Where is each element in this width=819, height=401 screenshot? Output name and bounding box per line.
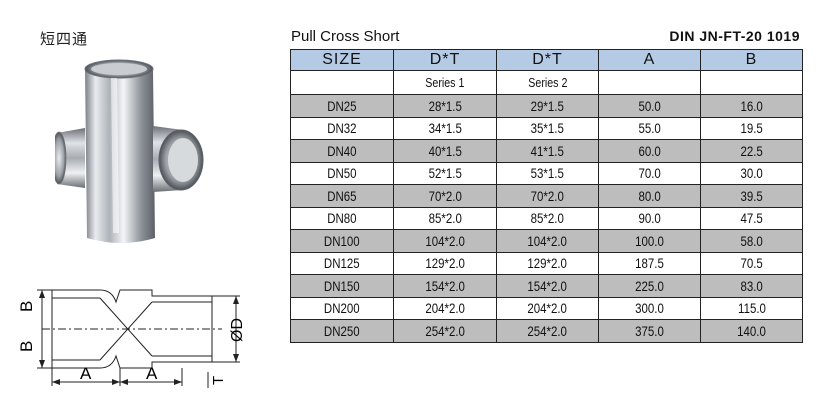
table-cell: 41*1.5 xyxy=(496,139,599,163)
label-b-top: B xyxy=(17,301,36,312)
table-row: DN100 104*2.0 104*2.0 100.0 58.0 xyxy=(290,229,803,253)
subheader-cell xyxy=(700,70,803,95)
table-cell: 16.0 xyxy=(700,94,803,118)
label-d: ØD xyxy=(229,318,246,342)
table-row: DN65 70*2.0 70*2.0 80.0 39.5 xyxy=(290,184,803,208)
header-row: SIZE D*T D*T A B xyxy=(290,49,803,71)
table-cell: 28*1.5 xyxy=(393,94,497,118)
table-cell: 30.0 xyxy=(700,161,803,185)
table-row: DN50 52*1.5 53*1.5 70.0 30.0 xyxy=(290,161,803,185)
header-dt-series2: D*T xyxy=(496,49,599,71)
table-cell: 34*1.5 xyxy=(393,116,497,140)
header-a: A xyxy=(598,49,701,71)
table-title: Pull Cross Short xyxy=(291,28,400,45)
table-cell: 55.0 xyxy=(598,116,701,140)
cross-fitting-photo xyxy=(55,59,204,243)
table-cell: 115.0 xyxy=(700,296,803,320)
subheader-cell xyxy=(290,70,394,95)
table-cell: 19.5 xyxy=(700,116,803,140)
table-cell: 154*2.0 xyxy=(496,274,599,298)
table-cell: DN25 xyxy=(290,94,394,118)
table-cell: 85*2.0 xyxy=(393,206,497,230)
table-cell: 40*1.5 xyxy=(393,139,497,163)
table-cell: 39.5 xyxy=(700,184,803,208)
spec-table: SIZE D*T D*T A B Series 1 Series 2 DN25 2… xyxy=(290,49,803,343)
header-b: B xyxy=(700,49,803,71)
table-cell: 70*2.0 xyxy=(496,184,599,208)
table-cell: 104*2.0 xyxy=(496,229,599,253)
table-cell: DN80 xyxy=(290,206,394,230)
label-a-right: A xyxy=(146,364,158,383)
product-name-cn: 短四通 xyxy=(40,30,89,48)
table-cell: DN100 xyxy=(290,229,394,253)
table-cell: 83.0 xyxy=(700,274,803,298)
subheader-cell xyxy=(598,70,701,95)
table-cell: 53*1.5 xyxy=(496,161,599,185)
table-cell: 254*2.0 xyxy=(496,319,599,343)
table-cell: DN200 xyxy=(290,296,394,320)
table-cell: 70*2.0 xyxy=(393,184,497,208)
table-cell: DN65 xyxy=(290,184,394,208)
table-cell: 129*2.0 xyxy=(496,251,599,275)
table-cell: DN32 xyxy=(290,116,394,140)
table-cell: 225.0 xyxy=(598,274,701,298)
table-cell: 104*2.0 xyxy=(393,229,497,253)
table-cell: 154*2.0 xyxy=(393,274,497,298)
subheader-row: Series 1 Series 2 xyxy=(290,70,803,95)
table-cell: DN125 xyxy=(290,251,394,275)
table-cell: DN250 xyxy=(290,319,394,343)
table-cell: 90.0 xyxy=(598,206,701,230)
table-cell: 375.0 xyxy=(598,319,701,343)
table-cell: 60.0 xyxy=(598,139,701,163)
table-cell: 85*2.0 xyxy=(496,206,599,230)
table-row: DN40 40*1.5 41*1.5 60.0 22.5 xyxy=(290,139,803,163)
table-cell: 300.0 xyxy=(598,296,701,320)
table-cell: 204*2.0 xyxy=(496,296,599,320)
table-cell: 254*2.0 xyxy=(393,319,497,343)
table-cell: 58.0 xyxy=(700,229,803,253)
table-row: DN150 154*2.0 154*2.0 225.0 83.0 xyxy=(290,274,803,298)
table-cell: 80.0 xyxy=(598,184,701,208)
header-dt-series1: D*T xyxy=(393,49,497,71)
cross-fitting-drawing: B B A A ØD T xyxy=(17,289,246,388)
table-row: DN250 254*2.0 254*2.0 375.0 140.0 xyxy=(290,319,803,343)
table-cell: 52*1.5 xyxy=(393,161,497,185)
header-size: SIZE xyxy=(290,49,394,71)
table-cell: DN50 xyxy=(290,161,394,185)
table-row: DN80 85*2.0 85*2.0 90.0 47.5 xyxy=(290,206,803,230)
standard-code: DIN JN-FT-20 1019 xyxy=(669,28,800,44)
label-b-bottom: B xyxy=(17,341,36,352)
table-cell: 22.5 xyxy=(700,139,803,163)
table-cell: 29*1.5 xyxy=(496,94,599,118)
table-cell: 70.0 xyxy=(598,161,701,185)
table-cell: 204*2.0 xyxy=(393,296,497,320)
table-cell: 100.0 xyxy=(598,229,701,253)
table-cell: 35*1.5 xyxy=(496,116,599,140)
subheader-cell: Series 1 xyxy=(393,70,497,95)
table-cell: 140.0 xyxy=(700,319,803,343)
table-cell: DN40 xyxy=(290,139,394,163)
table-cell: 187.5 xyxy=(598,251,701,275)
label-t: T xyxy=(210,376,227,385)
table-cell: DN150 xyxy=(290,274,394,298)
label-a-left: A xyxy=(80,364,92,383)
table-cell: 70.5 xyxy=(700,251,803,275)
table-row: DN25 28*1.5 29*1.5 50.0 16.0 xyxy=(290,94,803,118)
table-cell: 50.0 xyxy=(598,94,701,118)
table-row: DN200 204*2.0 204*2.0 300.0 115.0 xyxy=(290,296,803,320)
table-cell: 47.5 xyxy=(700,206,803,230)
table-row: DN125 129*2.0 129*2.0 187.5 70.5 xyxy=(290,251,803,275)
table-cell: 129*2.0 xyxy=(393,251,497,275)
table-row: DN32 34*1.5 35*1.5 55.0 19.5 xyxy=(290,116,803,140)
subheader-cell: Series 2 xyxy=(496,70,599,95)
